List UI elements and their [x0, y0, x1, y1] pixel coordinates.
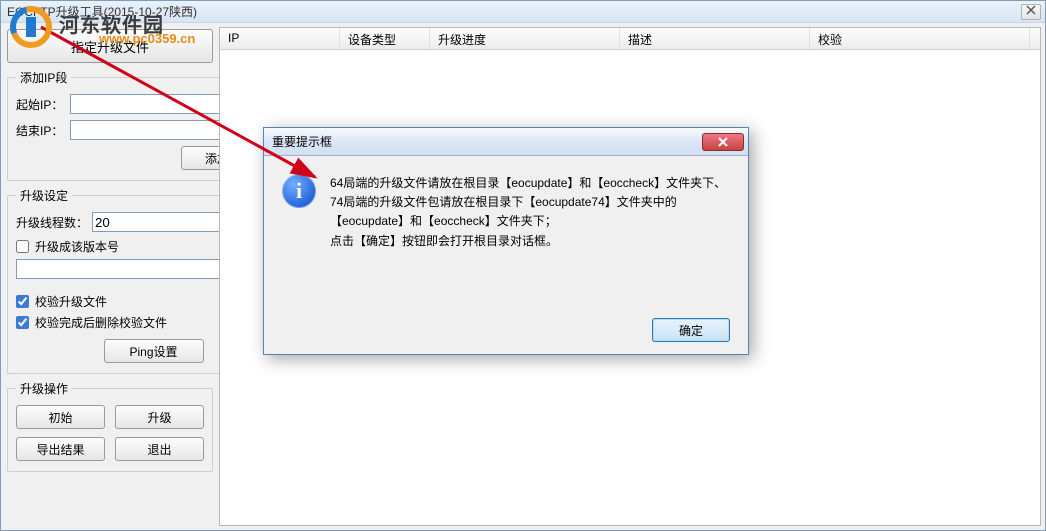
delete-after-verify-checkbox[interactable]: [16, 316, 29, 329]
ip-range-legend: 添加IP段: [16, 69, 71, 86]
upgrade-ops-legend: 升级操作: [16, 380, 72, 397]
ping-settings-button[interactable]: Ping设置: [104, 339, 204, 363]
export-result-button[interactable]: 导出结果: [16, 437, 105, 461]
main-window: EOCFTP升级工具(2015-10-27陕西) 指定升级文件 添加IP段 起始…: [0, 0, 1046, 531]
window-title: EOCFTP升级工具(2015-10-27陕西): [7, 3, 197, 20]
window-close-button[interactable]: [1021, 4, 1041, 20]
start-ip-label: 起始IP：: [16, 96, 66, 113]
col-progress[interactable]: 升级进度: [430, 28, 620, 51]
dialog-title: 重要提示框: [272, 133, 332, 150]
upgrade-to-version-label: 升级成该版本号: [35, 238, 119, 255]
dialog-line2: 74局端的升级文件包请放在根目录下【eocupdate74】文件夹中的【eocu…: [330, 193, 730, 231]
dialog-message: 64局端的升级文件请放在根目录【eocupdate】和【eoccheck】文件夹…: [330, 174, 730, 251]
upgrade-ops-section: 升级操作 初始 升级 导出结果 退出: [7, 380, 213, 472]
upgrade-settings-legend: 升级设定: [16, 187, 72, 204]
col-description[interactable]: 描述: [620, 28, 810, 51]
threads-label: 升级线程数：: [16, 214, 88, 231]
sidebar: 指定升级文件 添加IP段 起始IP： 结束IP： 添加 升级设定 升级线: [5, 27, 215, 526]
important-tip-dialog: 重要提示框 i 64局端的升级文件请放在根目录【eocupdate】和【eocc…: [263, 127, 749, 355]
delete-after-verify-label: 校验完成后删除校验文件: [35, 314, 167, 331]
verify-upgrade-label: 校验升级文件: [35, 293, 107, 310]
col-verify[interactable]: 校验: [810, 28, 1030, 51]
dialog-close-button[interactable]: [702, 133, 744, 151]
table-header-row: IP 设备类型 升级进度 描述 校验: [220, 28, 1040, 50]
upgrade-to-version-checkbox[interactable]: [16, 240, 29, 253]
col-device-type[interactable]: 设备类型: [340, 28, 430, 51]
dialog-titlebar: 重要提示框: [264, 128, 748, 156]
dialog-line3: 点击【确定】按钮即会打开根目录对话框。: [330, 232, 730, 251]
col-ip[interactable]: IP: [220, 28, 340, 51]
dialog-line1: 64局端的升级文件请放在根目录【eocupdate】和【eoccheck】文件夹…: [330, 174, 730, 193]
upgrade-button[interactable]: 升级: [115, 405, 204, 429]
titlebar: EOCFTP升级工具(2015-10-27陕西): [1, 1, 1045, 23]
specify-upgrade-file-button[interactable]: 指定升级文件: [7, 29, 213, 63]
init-button[interactable]: 初始: [16, 405, 105, 429]
verify-upgrade-checkbox[interactable]: [16, 295, 29, 308]
exit-button[interactable]: 退出: [115, 437, 204, 461]
info-icon: i: [282, 174, 316, 208]
end-ip-label: 结束IP：: [16, 122, 66, 139]
dialog-ok-button[interactable]: 确定: [652, 318, 730, 342]
